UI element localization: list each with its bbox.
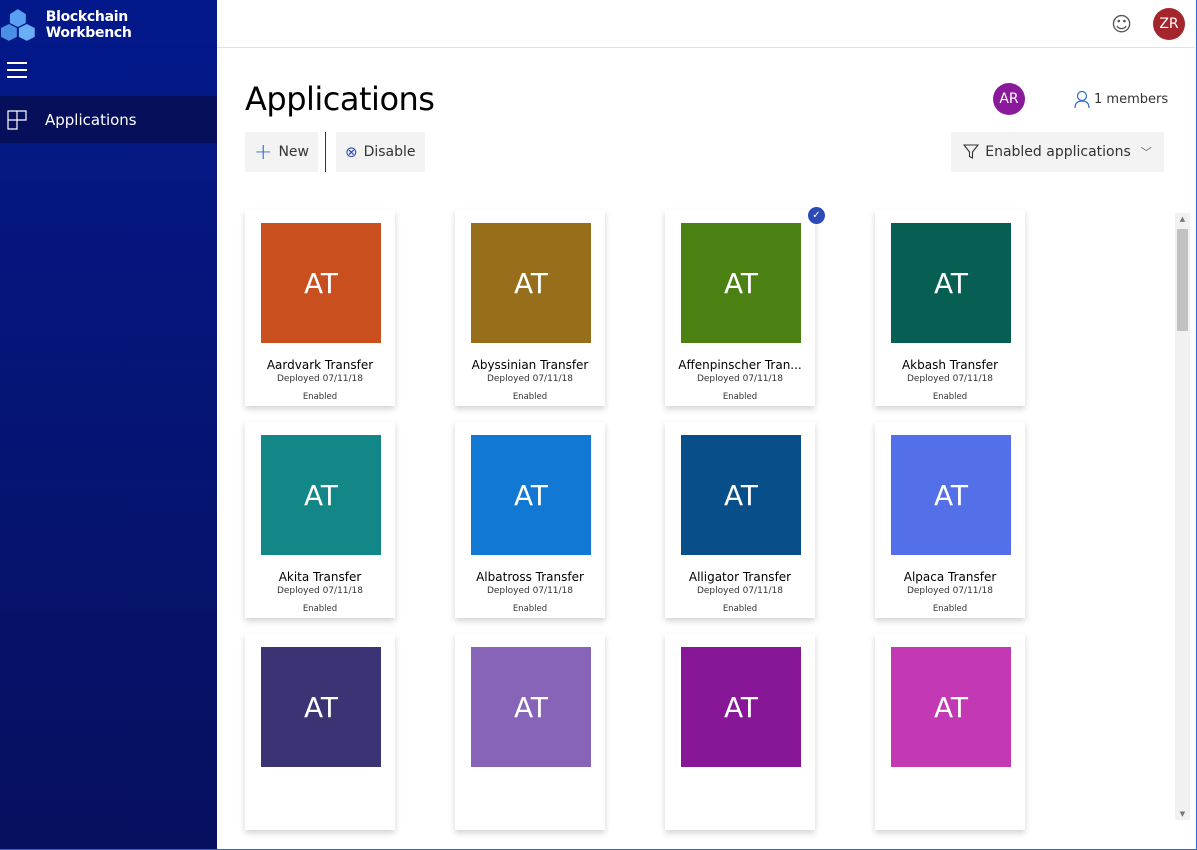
application-card[interactable]: AT xyxy=(245,634,395,830)
application-tile: AT xyxy=(891,223,1011,343)
application-card[interactable]: AT xyxy=(455,634,605,830)
application-initials: AT xyxy=(723,266,759,300)
application-deployed: Deployed 07/11/18 xyxy=(906,374,994,384)
application-status: Enabled xyxy=(512,604,548,614)
application-initials: AT xyxy=(303,690,339,724)
members-label: 1 members xyxy=(1094,91,1169,107)
application-tile: AT xyxy=(261,435,381,555)
application-deployed: Deployed 07/11/18 xyxy=(276,374,364,384)
application-tile: AT xyxy=(471,435,591,555)
filter-dropdown[interactable]: Enabled applications ﹀ xyxy=(951,132,1164,172)
application-name: Alligator Transfer xyxy=(688,570,792,584)
blockchain-logo-icon xyxy=(0,9,35,41)
application-card[interactable]: AT Alligator Transfer Deployed 07/11/18 Ena… xyxy=(665,422,815,618)
toolbar-divider xyxy=(325,132,326,172)
scroll-up-icon[interactable]: ▲ xyxy=(1175,215,1190,223)
application-tile: AT xyxy=(681,647,801,767)
new-label: New xyxy=(278,144,309,160)
application-initials: AT xyxy=(933,478,969,512)
members-link[interactable]: 1 members xyxy=(1074,90,1168,108)
application-card[interactable]: AT xyxy=(875,634,1025,830)
filter-icon xyxy=(963,144,980,159)
application-card[interactable]: AT Affenpinscher Tran... Deployed 07/11/18… xyxy=(665,207,825,406)
disable-label: Disable xyxy=(363,144,416,160)
applications-grid: AT Aardvark Transfer Deployed 07/11/18 Enab… xyxy=(235,205,1170,835)
application-tile: AT xyxy=(681,435,801,555)
application-deployed: Deployed 07/11/18 xyxy=(486,586,574,596)
application-name: Akita Transfer xyxy=(278,570,362,584)
application-initials: AT xyxy=(303,266,339,300)
application-card[interactable]: AT Aardvark Transfer Deployed 07/11/18 Enab… xyxy=(245,210,395,406)
hamburger-menu-icon[interactable] xyxy=(7,62,27,80)
application-initials: AT xyxy=(723,690,759,724)
filter-label: Enabled applications xyxy=(985,144,1131,160)
application-name: Akbash Transfer xyxy=(901,358,999,372)
application-status: Enabled xyxy=(722,392,758,402)
application-deployed: Deployed 07/11/18 xyxy=(276,586,364,596)
application-initials: AT xyxy=(933,690,969,724)
application-tile: AT xyxy=(471,647,591,767)
top-bar: ☺ ZR xyxy=(217,0,1195,48)
application-deployed: Deployed 07/11/18 xyxy=(696,374,784,384)
application-deployed: Deployed 07/11/18 xyxy=(696,586,784,596)
sidebar: Blockchain Workbench Applications xyxy=(0,0,217,849)
scrollbar[interactable]: ▲ ▼ xyxy=(1175,213,1190,820)
application-name: Abyssinian Transfer xyxy=(471,358,589,372)
application-card[interactable]: AT Akbash Transfer Deployed 07/11/18 Enable… xyxy=(875,210,1025,406)
feedback-smiley-icon[interactable]: ☺ xyxy=(1111,12,1132,36)
new-button[interactable]: + New xyxy=(245,132,318,172)
application-initials: AT xyxy=(303,478,339,512)
application-status: Enabled xyxy=(302,392,338,402)
application-tile: AT xyxy=(891,647,1011,767)
application-card[interactable]: AT Abyssinian Transfer Deployed 07/11/18 En… xyxy=(455,210,605,406)
chevron-down-icon: ﹀ xyxy=(1140,146,1152,159)
application-initials: AT xyxy=(513,478,549,512)
application-name: Alpaca Transfer xyxy=(903,570,997,584)
application-card[interactable]: AT Akita Transfer Deployed 07/11/18 Enabled xyxy=(245,422,395,618)
application-deployed: Deployed 07/11/18 xyxy=(906,586,994,596)
application-initials: AT xyxy=(933,266,969,300)
application-tile: AT xyxy=(681,223,801,343)
application-status: Enabled xyxy=(932,604,968,614)
application-tile: AT xyxy=(471,223,591,343)
application-status: Enabled xyxy=(302,604,338,614)
cancel-circle-icon: ⊗ xyxy=(345,143,358,161)
app-title: Blockchain Workbench xyxy=(45,9,132,41)
scroll-down-icon[interactable]: ▼ xyxy=(1175,810,1190,818)
disable-button[interactable]: ⊗ Disable xyxy=(336,132,425,172)
application-tile: AT xyxy=(261,647,381,767)
application-tile: AT xyxy=(891,435,1011,555)
sidebar-item-applications[interactable]: Applications xyxy=(0,96,217,143)
application-status: Enabled xyxy=(722,604,758,614)
application-initials: AT xyxy=(513,690,549,724)
selected-check-icon[interactable]: ✓ xyxy=(808,207,825,224)
application-initials: AT xyxy=(513,266,549,300)
application-status: Enabled xyxy=(512,392,548,402)
application-initials: AT xyxy=(723,478,759,512)
person-icon xyxy=(1074,90,1090,108)
page-title: Applications xyxy=(245,80,435,118)
application-deployed: Deployed 07/11/18 xyxy=(486,374,574,384)
owner-avatar[interactable]: AR xyxy=(993,83,1025,115)
brand[interactable]: Blockchain Workbench xyxy=(0,6,217,44)
application-name: Aardvark Transfer xyxy=(266,358,374,372)
plus-icon: + xyxy=(254,139,273,165)
application-status: Enabled xyxy=(932,392,968,402)
application-card[interactable]: AT Albatross Transfer Deployed 07/11/18 Ena… xyxy=(455,422,605,618)
application-tile: AT xyxy=(261,223,381,343)
application-name: Albatross Transfer xyxy=(476,570,584,584)
application-name: Affenpinscher Tran... xyxy=(678,358,802,372)
application-card[interactable]: AT xyxy=(665,634,815,830)
user-avatar[interactable]: ZR xyxy=(1153,8,1185,40)
application-card[interactable]: AT Alpaca Transfer Deployed 07/11/18 Enable… xyxy=(875,422,1025,618)
sidebar-item-label: Applications xyxy=(45,110,137,129)
applications-icon xyxy=(7,109,27,130)
scrollbar-thumb[interactable] xyxy=(1177,229,1188,331)
